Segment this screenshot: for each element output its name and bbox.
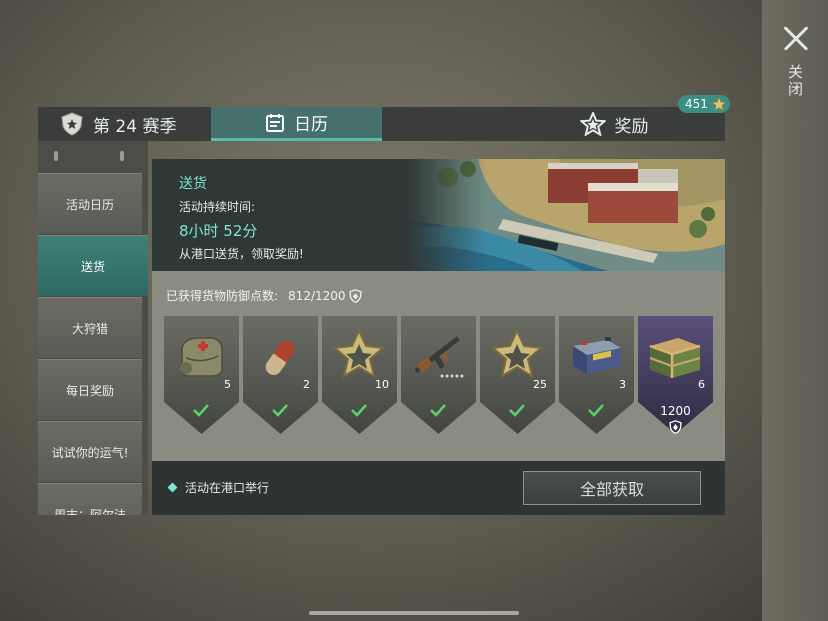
reward-card[interactable] <box>401 316 476 436</box>
reward-card[interactable]: 2 <box>243 316 318 436</box>
tab-calendar-label: 日历 <box>294 115 328 135</box>
diamond-bullet-icon <box>167 482 178 493</box>
reward-card-final[interactable]: 6 1200 <box>638 316 713 436</box>
star-icon <box>579 112 606 136</box>
event-banner: 送货 活动持续时间: 8小时 52分 从港口送货，领取奖励! <box>152 159 725 271</box>
tab-season[interactable]: 第 24 赛季 <box>38 107 210 141</box>
checkmark-icon <box>509 404 525 417</box>
tab-rewards-label: 奖励 <box>614 116 649 137</box>
season-badge-icon <box>60 112 84 136</box>
event-panel: 第 24 赛季 日历 奖励 451 活动日历 送货 大狩猎 每日奖励 试试你的运… <box>38 95 730 515</box>
claim-all-button[interactable]: 全部获取 <box>523 471 701 505</box>
reward-points-required: 1200 <box>660 404 691 418</box>
sidebar-item-delivery[interactable]: 送货 <box>38 235 148 296</box>
reward-qty: 5 <box>224 378 231 391</box>
checkmark-icon <box>588 404 604 417</box>
event-duration-label: 活动持续时间: <box>179 200 256 214</box>
tab-season-label: 第 24 赛季 <box>93 116 177 137</box>
checkmark-icon <box>272 404 288 417</box>
sidebar-item-weekend-alpha[interactable]: 周末：阿尔法 <box>38 483 142 515</box>
shield-icon <box>348 288 362 303</box>
sidebar-item-daily-rewards[interactable]: 每日奖励 <box>38 359 142 420</box>
event-title: 送货 <box>179 176 207 192</box>
reward-card[interactable]: 10 <box>322 316 397 436</box>
checkmark-icon <box>430 404 446 417</box>
scroll-handle <box>54 151 58 161</box>
shield-icon <box>669 420 682 434</box>
tab-rewards[interactable]: 奖励 <box>383 107 725 141</box>
event-footer: 活动在港口举行 全部获取 <box>152 461 725 515</box>
gold-star-part-icon <box>490 328 544 379</box>
event-content: 送货 活动持续时间: 8小时 52分 从港口送货，领取奖励! 已获得货物防御点数… <box>152 159 725 515</box>
reward-qty: 10 <box>375 378 389 391</box>
reward-qty: 25 <box>533 378 547 391</box>
rewards-count-badge: 451 <box>678 95 730 113</box>
reward-card[interactable]: 5 <box>164 316 239 436</box>
close-icon[interactable] <box>782 24 810 52</box>
reward-qty: 3 <box>619 378 626 391</box>
assault-rifle-icon <box>414 336 464 378</box>
checkmark-icon <box>193 404 209 417</box>
defense-points: 已获得货物防御点数: 812/1200 <box>166 287 362 304</box>
first-aid-bag-icon <box>180 337 224 377</box>
port-illustration <box>408 159 725 271</box>
reward-qty: 6 <box>698 378 705 391</box>
tab-bar: 第 24 赛季 日历 奖励 451 <box>38 95 730 141</box>
gold-star-part-icon <box>332 328 386 379</box>
close-label[interactable]: 关闭 <box>786 64 806 98</box>
tab-calendar[interactable]: 日历 <box>211 107 382 141</box>
sidebar-item-activity-calendar[interactable]: 活动日历 <box>38 173 142 234</box>
event-sidebar[interactable]: 活动日历 送货 大狩猎 每日奖励 试试你的运气! 周末：阿尔法 <box>38 141 148 515</box>
event-location-note: 活动在港口举行 <box>185 481 270 495</box>
supply-crate-icon <box>649 338 701 378</box>
pill-capsule-icon <box>265 340 295 376</box>
reward-card[interactable]: 25 <box>480 316 555 436</box>
event-time-left: 8小时 52分 <box>179 222 258 240</box>
home-indicator[interactable] <box>309 611 519 615</box>
sidebar-item-big-hunt[interactable]: 大狩猎 <box>38 297 142 358</box>
checkmark-icon <box>351 404 367 417</box>
event-description: 从港口送货，领取奖励! <box>179 247 304 261</box>
defense-points-value: 812/1200 <box>288 288 346 303</box>
car-battery-icon <box>573 337 621 374</box>
calendar-icon <box>265 113 285 133</box>
scroll-handle <box>120 151 124 161</box>
reward-track: 5 2 10 25 3 6 1200 <box>164 316 716 436</box>
gold-star-part-icon <box>710 95 727 117</box>
reward-qty: 2 <box>303 378 310 391</box>
rewards-count: 451 <box>685 97 708 111</box>
reward-card[interactable]: 3 <box>559 316 634 436</box>
sidebar-item-try-your-luck[interactable]: 试试你的运气! <box>38 421 142 482</box>
defense-points-label: 已获得货物防御点数: <box>166 289 279 303</box>
